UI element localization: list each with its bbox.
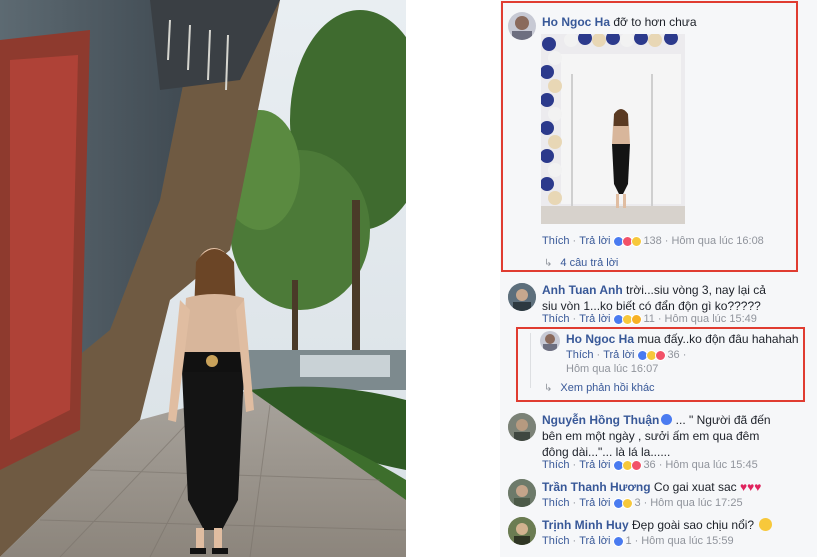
comment: Trịnh Minh Huy Đẹp goài sao chịu nổi?: [542, 517, 773, 533]
comment-author[interactable]: Nguyễn Hồng Thuận: [542, 413, 659, 427]
street-photo-illustration: [0, 0, 406, 557]
comment: Trần Thanh Hương Co gai xuat sac ♥♥♥: [542, 479, 761, 495]
separator: ·: [634, 535, 639, 547]
comment: Nguyễn Hồng Thuận ... " Người đã đến bên…: [542, 412, 782, 460]
comment-text: Co gai xuat sac: [653, 480, 737, 494]
verified-badge-icon: [661, 414, 673, 425]
heart-emoji-icon: ♥: [754, 480, 762, 494]
comments-panel: Ho Ngoc Ha đỡ to hơn chưa Thích · Trả lờ…: [500, 0, 817, 557]
separator: ·: [657, 313, 662, 325]
comment: Ho Ngoc Ha đỡ to hơn chưa: [542, 14, 697, 30]
comment-text: Đẹp goài sao chịu nổi?: [632, 518, 755, 532]
avatar-image: [508, 283, 536, 311]
avatar-image: [508, 479, 536, 507]
more-replies-label: Xem phản hồi khác: [560, 382, 655, 394]
more-replies-link[interactable]: ↳ Xem phản hồi khác: [544, 382, 655, 394]
comment-timestamp[interactable]: Hôm qua lúc 16:08: [671, 235, 763, 247]
reply-link[interactable]: Trả lời: [579, 313, 610, 325]
reply-arrow-icon: ↳: [544, 382, 553, 394]
reaction-count: 1: [625, 535, 632, 547]
separator: ·: [596, 349, 601, 361]
post-photo[interactable]: [0, 0, 406, 557]
reaction-count: 138: [643, 235, 662, 247]
comment-author[interactable]: Ho Ngoc Ha: [566, 332, 634, 346]
like-link[interactable]: Thích: [542, 497, 570, 509]
comment-text: đỡ to hơn chưa: [613, 15, 697, 29]
reactions[interactable]: [613, 535, 625, 547]
like-link[interactable]: Thích: [542, 535, 570, 547]
like-link[interactable]: Thích: [542, 459, 570, 471]
separator: ·: [572, 235, 577, 247]
haha-reaction-icon: [631, 235, 643, 247]
comment-actions: Thích · Trả lời 11 · Hôm qua lúc 15:49: [542, 313, 757, 325]
like-link[interactable]: Thích: [566, 348, 594, 362]
love-reaction-icon: [631, 459, 643, 471]
comment-timestamp[interactable]: Hôm qua lúc 15:45: [665, 459, 757, 471]
view-replies-link[interactable]: ↳ 4 câu trả lời: [544, 257, 618, 269]
avatar[interactable]: [508, 479, 536, 507]
comment-text: mua đấy..ko độn đâu hahahah: [637, 332, 799, 346]
comment: Anh Tuan Anh trời...siu vòng 3, nay lại …: [542, 282, 782, 314]
reply-arrow-icon: ↳: [544, 257, 553, 269]
comment-actions: Thích · Trả lời 138 · Hôm qua lúc 16:08: [542, 235, 764, 247]
haha-reaction-icon: [622, 497, 634, 509]
like-link[interactable]: Thích: [542, 313, 570, 325]
reply-link[interactable]: Trả lời: [579, 535, 610, 547]
avatar[interactable]: [508, 283, 536, 311]
comment-author[interactable]: Trịnh Minh Huy: [542, 518, 629, 532]
comment-timestamp[interactable]: Hôm qua lúc 17:25: [650, 497, 742, 509]
separator: ·: [572, 535, 577, 547]
avatar-image: [508, 413, 536, 441]
reply-link[interactable]: Trả lời: [579, 235, 610, 247]
reactions[interactable]: [613, 235, 643, 247]
comment-author[interactable]: Trần Thanh Hương: [542, 480, 651, 494]
reply-link[interactable]: Trả lời: [603, 348, 634, 362]
reply-link[interactable]: Trả lời: [579, 459, 610, 471]
reaction-count: 3: [634, 497, 641, 509]
separator: ·: [643, 497, 648, 509]
reaction-count: 36: [643, 459, 656, 471]
avatar[interactable]: [508, 517, 536, 545]
replies-label: 4 câu trả lời: [560, 257, 619, 269]
reaction-count: 11: [643, 313, 655, 325]
photo-separator: [406, 0, 502, 557]
reply-thread-line: [530, 333, 531, 388]
separator: ·: [572, 313, 577, 325]
reaction-count: 36: [667, 349, 680, 361]
comment-timestamp[interactable]: Hôm qua lúc 15:59: [641, 535, 733, 547]
comment-actions: Thích · Trả lời 36 · Hôm qua lúc 15:45: [542, 459, 758, 471]
comment-attached-photo[interactable]: [541, 34, 685, 224]
separator: ·: [572, 459, 577, 471]
reactions[interactable]: [637, 349, 667, 361]
separator: ·: [572, 497, 577, 509]
love-reaction-icon: [655, 349, 667, 361]
separator: ·: [664, 235, 669, 247]
avatar[interactable]: [540, 331, 560, 351]
avatar[interactable]: [508, 12, 536, 40]
avatar[interactable]: [508, 413, 536, 441]
reply-link[interactable]: Trả lời: [579, 497, 610, 509]
wow-reaction-icon: [631, 313, 643, 325]
separator: ·: [658, 459, 663, 471]
comment-actions: Thích · Trả lời 36 · Hôm qua lúc 16:07: [566, 348, 766, 376]
separator: ·: [682, 349, 687, 361]
comment-author[interactable]: Anh Tuan Anh: [542, 283, 623, 297]
store-photo-illustration: [541, 34, 685, 224]
reactions[interactable]: [613, 459, 643, 471]
avatar-image: [543, 334, 557, 351]
comment-timestamp[interactable]: Hôm qua lúc 16:07: [566, 362, 658, 376]
reactions[interactable]: [613, 313, 643, 325]
like-link[interactable]: Thích: [542, 235, 570, 247]
comment-author[interactable]: Ho Ngoc Ha: [542, 15, 610, 29]
avatar-image: [508, 517, 536, 545]
like-reaction-icon: [613, 535, 625, 547]
avatar-image: [512, 16, 532, 40]
reactions[interactable]: [613, 497, 634, 509]
comment-actions: Thích · Trả lời 3 · Hôm qua lúc 17:25: [542, 497, 743, 509]
comment-actions: Thích · Trả lời 1 · Hôm qua lúc 15:59: [542, 535, 734, 547]
reply: Ho Ngoc Ha mua đấy..ko độn đâu hahahah: [566, 331, 799, 347]
comment-timestamp[interactable]: Hôm qua lúc 15:49: [665, 313, 757, 325]
grinning-emoji-icon: [759, 518, 773, 531]
